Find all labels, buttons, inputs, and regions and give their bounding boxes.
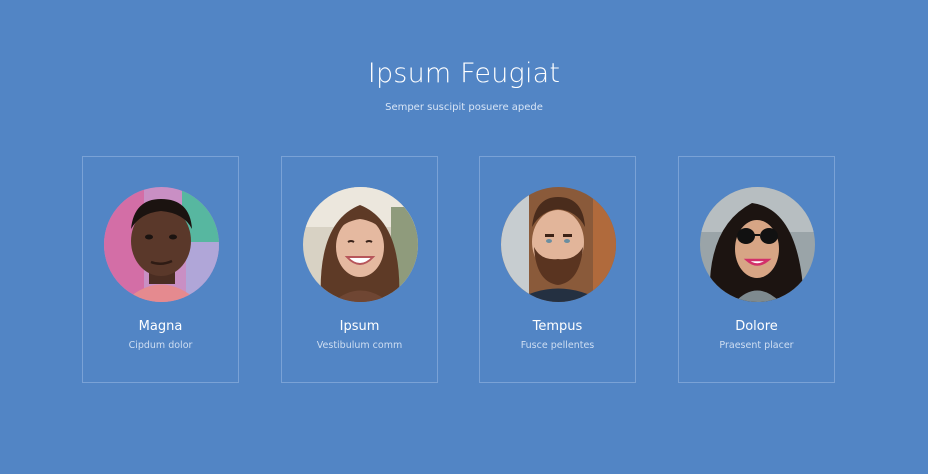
team-card: Magna Cipdum dolor bbox=[82, 156, 239, 383]
avatar bbox=[104, 187, 219, 302]
member-role: Praesent placer bbox=[719, 340, 794, 351]
member-role: Fusce pellentes bbox=[520, 340, 595, 351]
avatar bbox=[303, 187, 418, 302]
section-title: Ipsum Feugiat bbox=[367, 58, 561, 89]
member-name: Dolore bbox=[735, 319, 778, 334]
member-name: Ipsum bbox=[339, 319, 380, 334]
member-role: Vestibulum comm bbox=[316, 340, 403, 351]
team-card: Tempus Fusce pellentes bbox=[479, 156, 636, 383]
member-name: Tempus bbox=[532, 319, 583, 334]
avatar bbox=[700, 187, 815, 302]
member-name: Magna bbox=[138, 319, 183, 334]
member-role: Cipdum dolor bbox=[128, 340, 193, 351]
avatar bbox=[501, 187, 616, 302]
section-subtitle: Semper suscipit posuere apede bbox=[385, 102, 543, 113]
team-card: Dolore Praesent placer bbox=[678, 156, 835, 383]
team-card: Ipsum Vestibulum comm bbox=[281, 156, 438, 383]
